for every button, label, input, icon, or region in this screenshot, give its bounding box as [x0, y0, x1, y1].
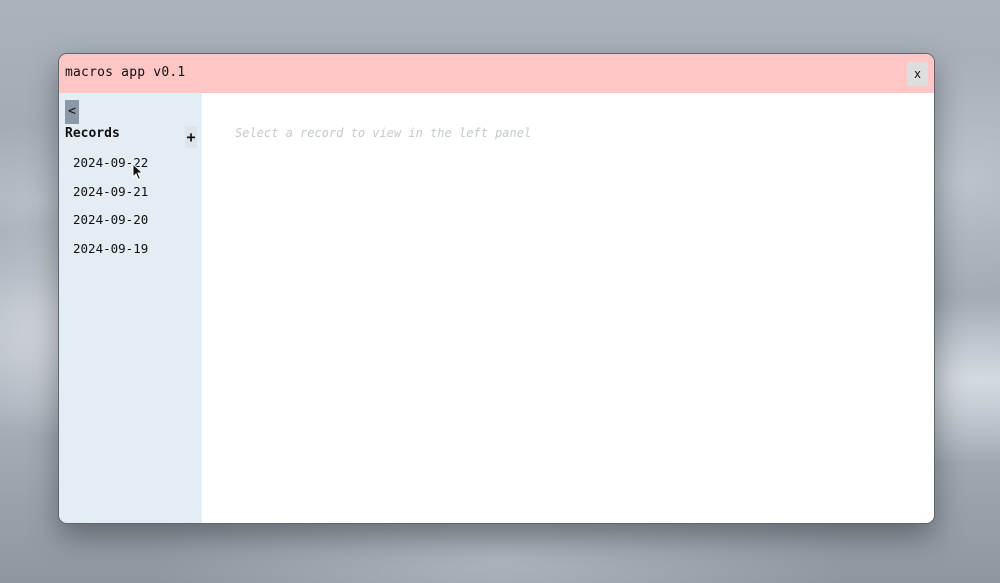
records-heading: Records: [65, 126, 120, 141]
record-item[interactable]: 2024-09-19: [59, 235, 202, 264]
main-panel: Select a record to view in the left pane…: [202, 93, 934, 523]
mouse-pointer-icon: [132, 163, 144, 181]
sidebar: < Records + 2024-09-22 2024-09-21 2024-0…: [59, 93, 202, 523]
record-item[interactable]: 2024-09-20: [59, 206, 202, 235]
app-window: macros app v0.1 x < Records + 2024-09-22…: [58, 53, 935, 524]
record-item[interactable]: 2024-09-22: [59, 149, 202, 178]
window-title: macros app v0.1: [65, 65, 186, 80]
collapse-sidebar-button[interactable]: <: [65, 100, 79, 124]
empty-state-message: Select a record to view in the left pane…: [235, 126, 532, 140]
add-record-button[interactable]: +: [185, 126, 197, 148]
record-item[interactable]: 2024-09-21: [59, 178, 202, 207]
record-list: 2024-09-22 2024-09-21 2024-09-20 2024-09…: [59, 149, 202, 264]
close-button[interactable]: x: [907, 62, 928, 86]
title-bar: macros app v0.1 x: [59, 54, 934, 93]
